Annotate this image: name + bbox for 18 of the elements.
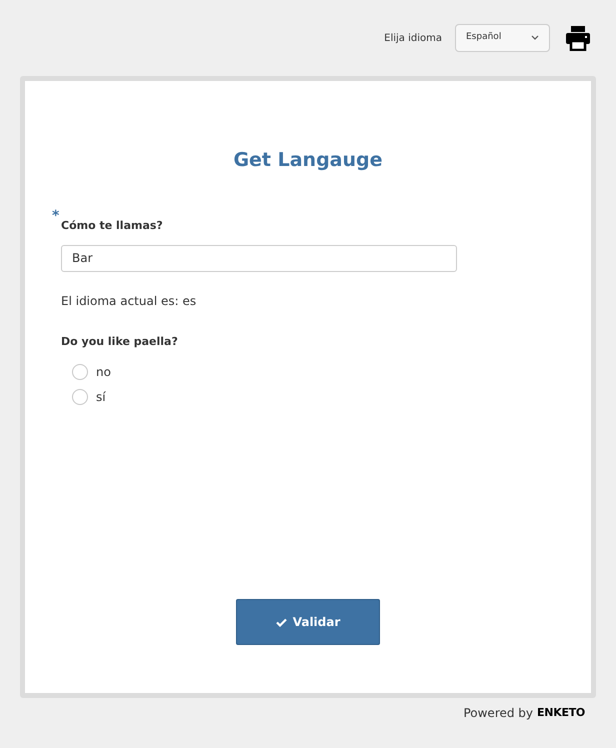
form-title: Get Langauge	[232, 148, 384, 173]
radio-button[interactable]	[72, 364, 88, 380]
enketo-logo: ENKETO	[537, 704, 585, 721]
language-select[interactable]: Español	[455, 24, 550, 52]
chevron-down-icon	[531, 35, 539, 41]
question-label: Do you like paella?	[61, 334, 178, 348]
radio-option[interactable]: sí	[72, 388, 555, 406]
question-label: Cómo te llamas?	[61, 218, 163, 232]
radio-button[interactable]	[72, 388, 88, 404]
powered-by-text: Powered by	[463, 705, 534, 722]
language-label: Elija idioma	[384, 32, 442, 46]
radio-option[interactable]: no	[72, 362, 555, 380]
checkmark-icon	[276, 618, 287, 626]
print-icon[interactable]	[565, 25, 591, 51]
note-text: El idioma actual es: es	[61, 292, 198, 310]
text-input-field[interactable]: Bar	[61, 244, 457, 272]
validate-button[interactable]: Validar	[236, 599, 380, 645]
required-asterisk: *	[52, 206, 60, 226]
